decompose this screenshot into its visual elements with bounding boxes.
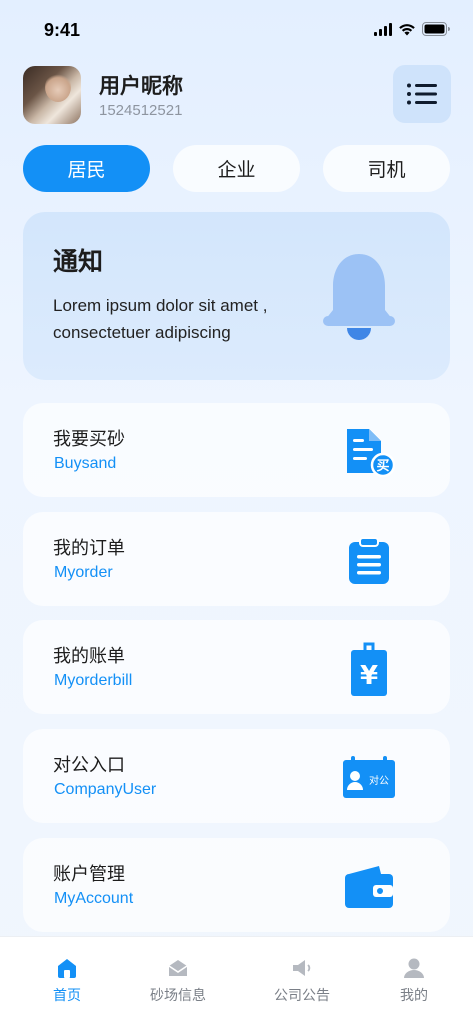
menu-my-account[interactable]: 账户管理 MyAccount <box>23 838 450 932</box>
tabbar-announcement[interactable]: 公司公告 <box>262 957 342 1005</box>
menu-label: 账户管理 <box>53 864 125 885</box>
status-time: 9:41 <box>44 20 81 40</box>
bell-icon <box>323 254 395 340</box>
notice-title: 通知 <box>53 247 104 276</box>
svg-text:对公: 对公 <box>369 774 389 787</box>
menu-button[interactable] <box>393 65 451 123</box>
tab-resident[interactable]: 居民 <box>23 145 150 192</box>
mail-icon <box>168 960 188 976</box>
svg-text:买: 买 <box>376 459 389 474</box>
menu-label: 我的账单 <box>53 646 125 667</box>
yuan-bill-icon: ¥ <box>351 642 387 696</box>
buy-document-icon: 买 <box>347 429 395 477</box>
company-card-icon: 对公 <box>343 756 395 798</box>
wifi-icon <box>399 23 415 35</box>
menu-sub-label: Myorderbill <box>54 672 133 689</box>
tabbar-home[interactable]: 首页 <box>27 957 107 1005</box>
user-icon <box>404 958 424 978</box>
notice-text: Lorem ipsum dolor sit amet , consectetue… <box>53 296 268 342</box>
clipboard-icon <box>349 537 389 584</box>
menu-sub-label: Myorder <box>54 564 113 581</box>
status-bar: 9:41 <box>0 0 473 56</box>
status-icons <box>374 22 451 36</box>
tab-driver[interactable]: 司机 <box>323 145 450 192</box>
speaker-icon <box>293 960 311 976</box>
menu-sub-label: Buysand <box>54 455 117 472</box>
menu-sub-label: CompanyUser <box>54 781 157 798</box>
menu-my-bill[interactable]: 我的账单 Myorderbill ¥ <box>23 620 450 714</box>
menu-my-order[interactable]: 我的订单 Myorder <box>23 512 450 606</box>
notice-card[interactable]: 通知 Lorem ipsum dolor sit amet , consecte… <box>23 212 450 380</box>
profile-header: 用户昵称 1524512521 <box>23 65 451 126</box>
tabbar-mine[interactable]: 我的 <box>374 957 454 1005</box>
bottom-tab-bar: 首页 砂场信息 公司公告 我的 <box>0 936 473 1024</box>
tabbar-label: 公司公告 <box>274 988 330 1004</box>
battery-icon <box>422 22 450 36</box>
menu-label: 对公入口 <box>53 755 125 776</box>
svg-text:¥: ¥ <box>360 661 378 691</box>
home-icon <box>58 959 76 978</box>
role-tabs: 居民 企业 司机 <box>23 145 451 193</box>
tabbar-label: 砂场信息 <box>150 988 206 1004</box>
user-phone: 1524512521 <box>99 102 183 119</box>
tabbar-label: 我的 <box>400 988 428 1004</box>
menu-buy-sand[interactable]: 我要买砂 Buysand 买 <box>23 403 450 497</box>
avatar[interactable] <box>23 66 81 124</box>
tabbar-label: 首页 <box>53 988 81 1004</box>
menu-label: 我要买砂 <box>53 429 125 450</box>
tab-enterprise[interactable]: 企业 <box>173 145 300 192</box>
user-nickname: 用户昵称 <box>99 74 183 98</box>
list-menu-icon <box>407 83 437 105</box>
menu-label: 我的订单 <box>53 538 125 559</box>
menu-sub-label: MyAccount <box>54 890 134 907</box>
signal-icon <box>374 22 392 36</box>
tabbar-sand-info[interactable]: 砂场信息 <box>138 957 218 1005</box>
menu-company-user[interactable]: 对公入口 CompanyUser 对公 <box>23 729 450 823</box>
wallet-icon <box>345 866 393 908</box>
